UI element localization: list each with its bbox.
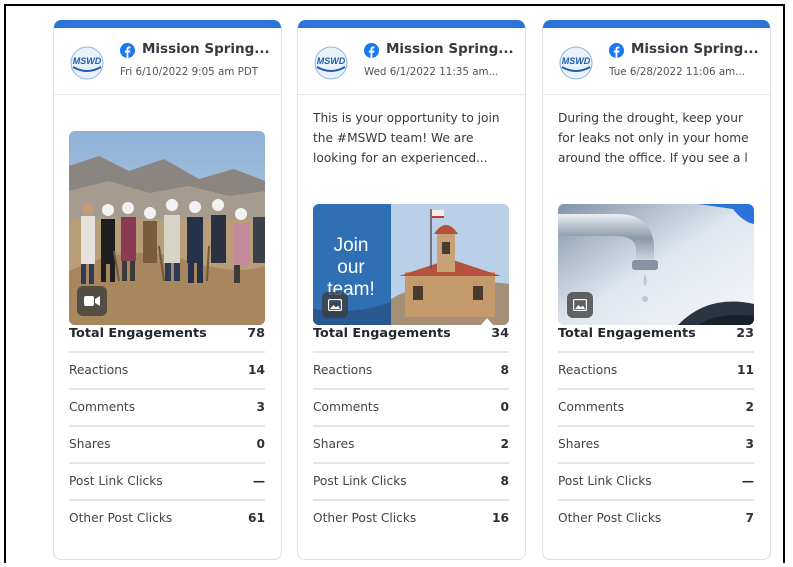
post-date: Wed 6/1/2022 11:35 am... bbox=[364, 66, 499, 78]
stat-row-reactions: Reactions 14 bbox=[69, 353, 265, 390]
stat-row-shares: Shares 2 bbox=[313, 427, 509, 464]
facebook-icon bbox=[609, 43, 624, 58]
post-header: MSWD Mission Spring... Fri 6/10/2022 9:0… bbox=[54, 28, 281, 95]
card-accent-bar bbox=[54, 20, 281, 28]
card-accent-bar bbox=[298, 20, 525, 28]
svg-text:Join: Join bbox=[334, 235, 369, 256]
card-accent-bar bbox=[543, 20, 770, 28]
stat-row-shares: Shares 0 bbox=[69, 427, 265, 464]
page-name[interactable]: Mission Spring... bbox=[386, 41, 521, 57]
facebook-icon bbox=[120, 43, 135, 58]
engagement-stats: Total Engagements 78 Reactions 14 Commen… bbox=[69, 316, 265, 538]
facebook-icon bbox=[364, 43, 379, 58]
svg-text:MSWD: MSWD bbox=[317, 56, 346, 66]
svg-text:our: our bbox=[337, 257, 365, 278]
image-icon bbox=[567, 292, 593, 318]
engagement-stats: Total Engagements 34 Reactions 8 Comment… bbox=[313, 316, 509, 538]
post-date: Tue 6/28/2022 11:06 am... bbox=[609, 66, 746, 78]
stat-row-other-post-clicks: Other Post Clicks 61 bbox=[69, 511, 265, 525]
stat-row-other-post-clicks: Other Post Clicks 7 bbox=[558, 511, 754, 525]
stat-row-comments: Comments 0 bbox=[313, 390, 509, 427]
mswd-logo: MSWD bbox=[70, 46, 104, 80]
post-header: MSWD Mission Spring... Wed 6/1/2022 11:3… bbox=[298, 28, 525, 95]
post-card[interactable]: MSWD Mission Spring... Wed 6/1/2022 11:3… bbox=[297, 20, 526, 560]
post-card[interactable]: MSWD Mission Spring... Tue 6/28/2022 11:… bbox=[542, 20, 771, 560]
svg-text:MSWD: MSWD bbox=[562, 56, 591, 66]
page-name[interactable]: Mission Spring... bbox=[142, 41, 277, 57]
stat-row-post-link-clicks: Post Link Clicks — bbox=[69, 464, 265, 501]
stat-row-comments: Comments 2 bbox=[558, 390, 754, 427]
mswd-logo: MSWD bbox=[559, 46, 593, 80]
stat-row-reactions: Reactions 11 bbox=[558, 353, 754, 390]
page-name[interactable]: Mission Spring... bbox=[631, 41, 766, 57]
post-card[interactable]: MSWD Mission Spring... Fri 6/10/2022 9:0… bbox=[53, 20, 282, 560]
stat-row-comments: Comments 3 bbox=[69, 390, 265, 427]
engagement-stats: Total Engagements 23 Reactions 11 Commen… bbox=[558, 316, 754, 538]
mswd-logo: MSWD bbox=[314, 46, 348, 80]
image-icon bbox=[322, 292, 348, 318]
stat-row-reactions: Reactions 8 bbox=[313, 353, 509, 390]
post-media-video[interactable] bbox=[69, 131, 265, 325]
post-header: MSWD Mission Spring... Tue 6/28/2022 11:… bbox=[543, 28, 770, 95]
post-date: Fri 6/10/2022 9:05 am PDT bbox=[120, 66, 259, 78]
post-media-image[interactable] bbox=[558, 204, 754, 325]
post-caption[interactable]: This is your opportunity to join the #MS… bbox=[313, 108, 513, 168]
stat-row-post-link-clicks: Post Link Clicks 8 bbox=[313, 464, 509, 501]
stat-row-total-engagements: Total Engagements 78 bbox=[69, 316, 265, 353]
stat-row-shares: Shares 3 bbox=[558, 427, 754, 464]
post-caption[interactable]: During the drought, keep your for leaks … bbox=[558, 108, 754, 168]
post-media-image[interactable]: Join our team! bbox=[313, 204, 509, 325]
svg-text:MSWD: MSWD bbox=[73, 56, 102, 66]
stat-row-total-engagements: Total Engagements 23 bbox=[558, 316, 754, 353]
stat-row-post-link-clicks: Post Link Clicks — bbox=[558, 464, 754, 501]
stat-row-other-post-clicks: Other Post Clicks 16 bbox=[313, 511, 509, 525]
video-camera-icon bbox=[77, 286, 107, 316]
stat-row-total-engagements: Total Engagements 34 bbox=[313, 316, 509, 353]
